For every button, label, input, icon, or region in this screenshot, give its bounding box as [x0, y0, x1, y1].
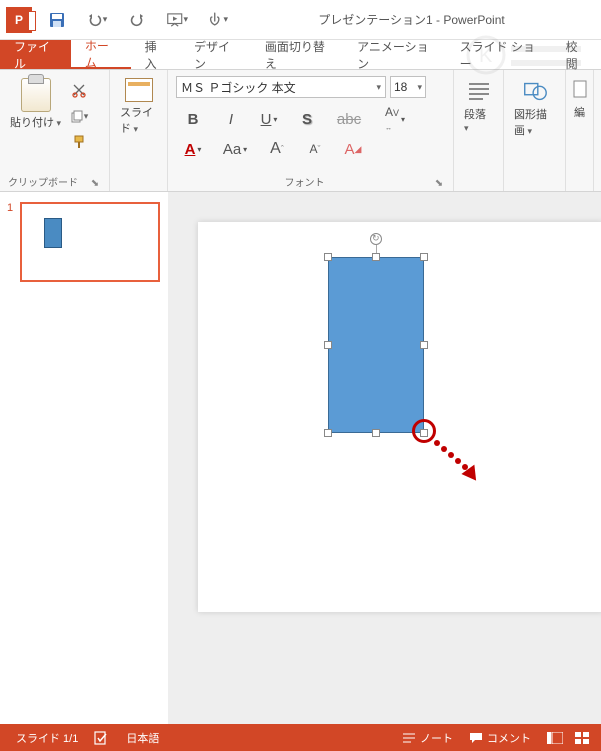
font-size-select[interactable]: 18▾: [390, 76, 426, 98]
tab-slideshow[interactable]: スライド ショー: [446, 40, 552, 69]
font-name-value: ＭＳ Ｐゴシック 本文: [181, 79, 296, 96]
font-name-select[interactable]: ＭＳ Ｐゴシック 本文▾: [176, 76, 386, 98]
status-language[interactable]: 日本語: [118, 724, 167, 751]
clear-format-button[interactable]: A◢: [336, 136, 370, 162]
grow-font-button[interactable]: Aˆ: [260, 136, 294, 162]
char-spacing-button[interactable]: AV↔: [374, 106, 416, 132]
tab-file[interactable]: ファイル: [0, 40, 71, 69]
status-notes[interactable]: ノート: [394, 724, 461, 751]
text-shadow-button[interactable]: S: [290, 106, 324, 132]
resize-handle-t[interactable]: [372, 253, 380, 261]
font-size-value: 18: [394, 80, 407, 94]
slide-icon: [125, 78, 153, 102]
resize-handle-tr[interactable]: [420, 253, 428, 261]
slide-thumbnail-1[interactable]: [20, 202, 160, 282]
clipboard-icon: [21, 78, 51, 112]
paragraph-icon: [465, 78, 493, 104]
italic-button[interactable]: I: [214, 106, 248, 132]
save-button[interactable]: [46, 9, 68, 31]
shrink-font-button[interactable]: Aˇ: [298, 136, 332, 162]
resize-handle-r[interactable]: [420, 341, 428, 349]
status-slide-indicator[interactable]: スライド 1/1: [8, 724, 86, 751]
paste-label: 貼り付け: [10, 114, 61, 130]
undo-button[interactable]: [86, 9, 108, 31]
editing-label: 編: [574, 104, 585, 120]
slides-label: スライド: [120, 104, 157, 136]
slide-canvas-area[interactable]: [168, 192, 601, 724]
strikethrough-button[interactable]: abc: [328, 106, 370, 132]
tab-transitions[interactable]: 画面切り替え: [251, 40, 343, 69]
status-spellcheck[interactable]: [86, 724, 118, 751]
clipboard-launcher[interactable]: ⬊: [89, 177, 101, 189]
annotation-circle: [412, 419, 436, 443]
copy-button[interactable]: [69, 106, 89, 126]
change-case-button[interactable]: Aa: [214, 136, 256, 162]
bold-button[interactable]: B: [176, 106, 210, 132]
clipboard-group-title: クリップボード: [8, 170, 78, 189]
underline-button[interactable]: U: [252, 106, 286, 132]
selected-shape[interactable]: [328, 257, 424, 433]
resize-handle-l[interactable]: [324, 341, 332, 349]
start-slideshow-button[interactable]: [166, 9, 188, 31]
status-comments[interactable]: コメント: [461, 724, 539, 751]
resize-handle-b[interactable]: [372, 429, 380, 437]
editing-icon: [571, 78, 589, 102]
slide[interactable]: [198, 222, 601, 612]
tab-insert[interactable]: 挿入: [131, 40, 180, 69]
view-normal-button[interactable]: [539, 724, 571, 751]
paragraph-label: 段落: [464, 106, 493, 134]
paste-button[interactable]: 貼り付け: [8, 76, 63, 132]
view-sorter-button[interactable]: [571, 724, 593, 751]
paragraph-button[interactable]: 段落: [462, 76, 495, 136]
redo-button[interactable]: [126, 9, 148, 31]
tab-animations[interactable]: アニメーション: [343, 40, 446, 69]
tab-design[interactable]: デザイン: [180, 40, 251, 69]
resize-handle-tl[interactable]: [324, 253, 332, 261]
drawing-icon: [521, 78, 549, 104]
rectangle-shape[interactable]: [328, 257, 424, 433]
editing-button[interactable]: 編: [569, 76, 591, 122]
thumbnail-shape: [44, 218, 62, 248]
tab-home[interactable]: ホーム: [71, 40, 131, 69]
drawing-label: 図形描画: [514, 106, 555, 138]
format-painter-button[interactable]: [69, 132, 89, 152]
drawing-button[interactable]: 図形描画: [512, 76, 557, 140]
touch-mouse-mode-button[interactable]: [206, 9, 228, 31]
cut-button[interactable]: [69, 80, 89, 100]
thumbnail-number: 1: [7, 202, 13, 214]
font-color-button[interactable]: A: [176, 136, 210, 162]
thumbnail-pane[interactable]: 1: [0, 192, 168, 724]
rotation-handle[interactable]: [370, 233, 382, 245]
window-title: プレゼンテーション1 - PowerPoint: [228, 11, 595, 28]
font-launcher[interactable]: ⬊: [433, 177, 445, 189]
tab-review[interactable]: 校閲: [552, 40, 601, 69]
app-icon: P: [6, 7, 32, 33]
resize-handle-bl[interactable]: [324, 429, 332, 437]
font-group-title: フォント: [176, 170, 433, 189]
new-slide-button[interactable]: スライド: [118, 76, 159, 138]
